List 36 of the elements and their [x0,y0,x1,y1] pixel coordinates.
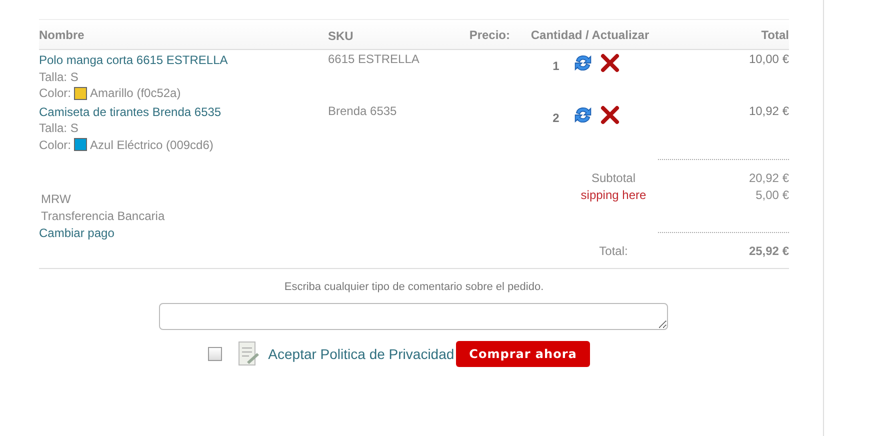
comment-field[interactable] [159,303,668,330]
column-header: Cantidad / Actualizar [530,28,650,42]
total-value: 5,00 € [756,187,789,204]
color-name: Azul Eléctrico (009cd6) [90,136,214,153]
sku-cell-text: Brenda 6535 [328,102,398,118]
column-header: SKU [328,28,354,42]
sku-cell-text: 6615 ESTRELLA [328,51,420,66]
delete-icon[interactable] [600,104,620,124]
color-name: Amarillo (f0c52a) [90,85,181,102]
column-header: Nombre [39,28,86,42]
document-icon [238,341,260,367]
total-label: Subtotal [590,170,637,187]
quantity-value: 2 [552,110,560,124]
product-size: Talla: S [39,120,80,136]
product-link[interactable]: Polo manga corta 6615 ESTRELLA [39,52,328,68]
change-payment-link[interactable]: Cambiar pago [39,225,165,242]
comment-label: Escriba cualquier tipo de comentario sobre el pedido. [283,281,545,293]
line-total: 10,92 € [748,102,789,118]
privacy-policy-link[interactable]: Aceptar Politica de Privacidad [268,346,454,362]
total-label: sipping here [580,187,647,204]
product-size: Talla: S [39,68,80,85]
column-header: Total [760,28,789,42]
grand-total-value: 25,92 € [748,243,789,260]
total-label: Total: [598,243,629,260]
line-total: 10,00 € [748,51,789,66]
product-link[interactable]: Camiseta de tirantes Brenda 6535 [39,104,328,120]
buy-now-button[interactable]: Comprar ahora [456,341,590,367]
quantity-value: 1 [552,59,560,73]
total-value: 20,92 € [748,170,789,187]
delete-icon[interactable] [600,53,620,73]
privacy-checkbox[interactable] [208,347,222,361]
payment-method: Transferencia Bancaria [40,208,165,225]
color-label: Color: [39,136,72,153]
column-header: Precio: [468,28,510,42]
shipping-carrier: MRW [40,191,72,208]
color-label: Color: [39,85,72,102]
